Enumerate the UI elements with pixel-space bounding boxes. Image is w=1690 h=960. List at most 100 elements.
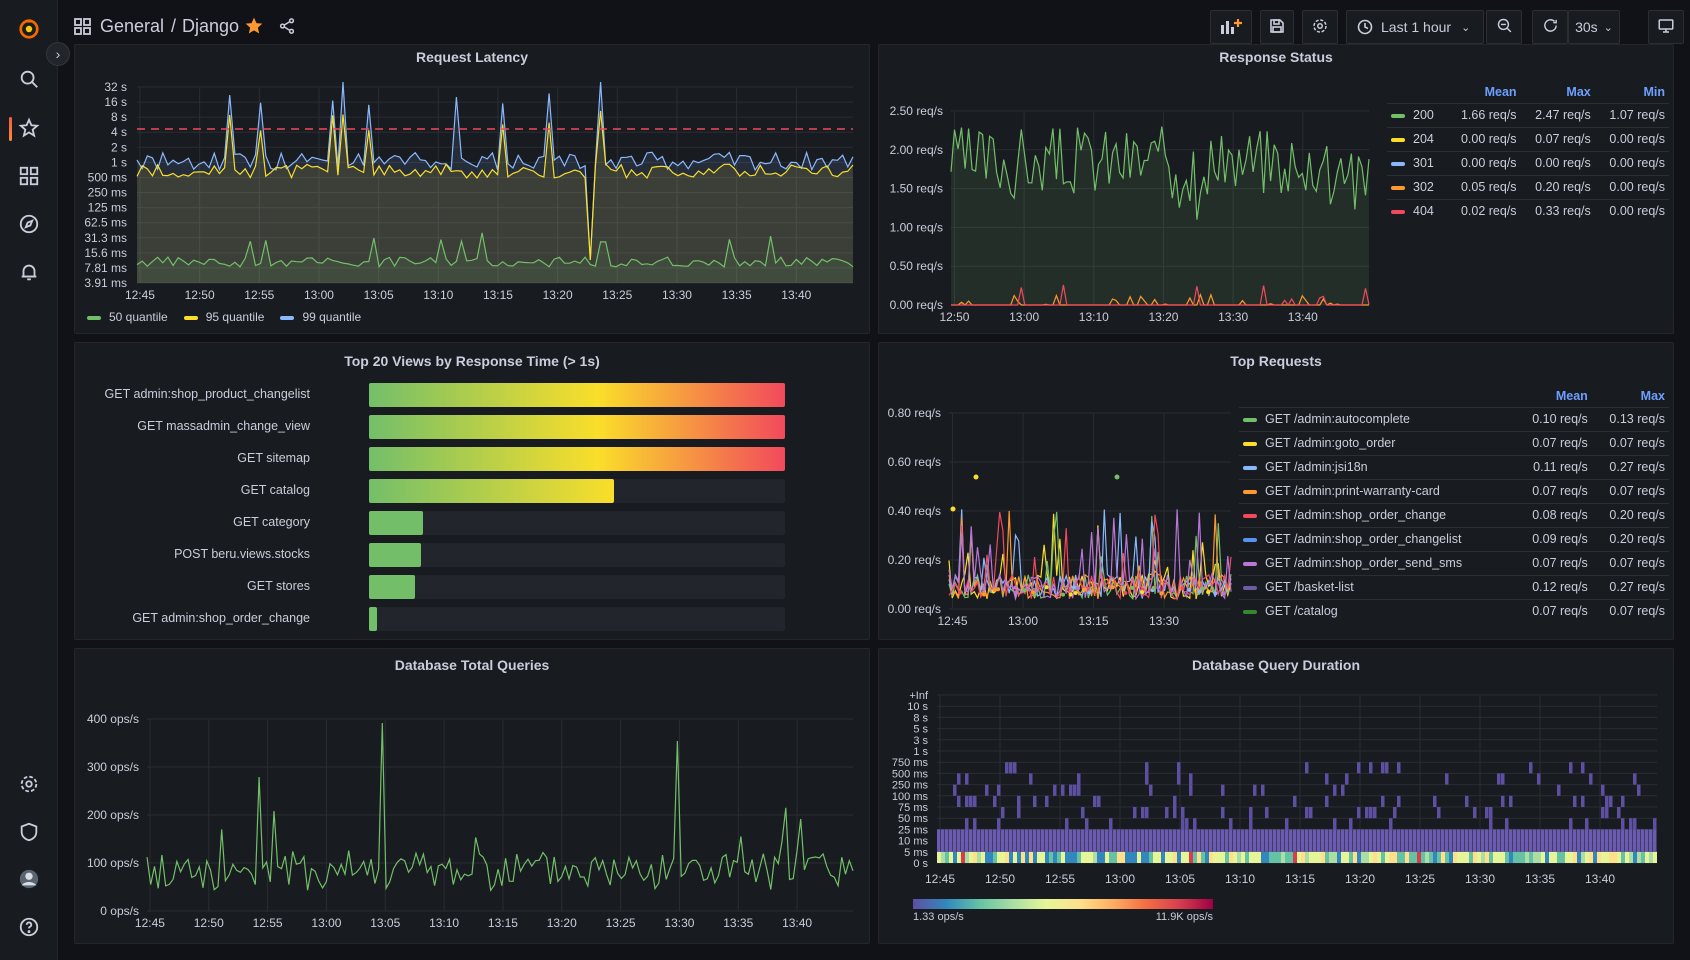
- grafana-logo-icon[interactable]: [16, 16, 42, 42]
- legend-row[interactable]: 302 0.05 req/s 0.20 req/s 0.00 req/s: [1387, 174, 1669, 199]
- y-tick-label: 250 ms: [88, 186, 127, 200]
- heatmap-cell: [1093, 851, 1097, 863]
- bargauge-row[interactable]: GET admin:shop_order_change 2%: [75, 605, 869, 633]
- panel-top-requests[interactable]: Top Requests 0.80 req/s 0.60 req/s 0.40 re…: [878, 342, 1674, 640]
- y-tick-label: 0 ops/s: [100, 904, 139, 918]
- legend-row[interactable]: GET /catalog 0.07 req/s 0.07 req/s: [1239, 598, 1669, 623]
- heatmap-cell: [1113, 851, 1117, 863]
- user-avatar[interactable]: [16, 866, 42, 892]
- legend-row[interactable]: 204 0.00 req/s 0.07 req/s 0.00 req/s: [1387, 126, 1669, 151]
- shield-icon[interactable]: [16, 819, 42, 845]
- legend-row[interactable]: GET /admin:autocomplete 0.10 req/s 0.13 re…: [1239, 406, 1669, 431]
- refresh-interval-picker[interactable]: 30s ⌄: [1568, 10, 1620, 44]
- share-icon[interactable]: [278, 17, 296, 40]
- legend-row[interactable]: GET /admin:print-warranty-card 0.07 req/s…: [1239, 478, 1669, 503]
- heatmap-cell: [1389, 829, 1393, 852]
- heatmap-cell: [1509, 795, 1513, 807]
- panel-request-latency[interactable]: Request Latency 32 s 16 s8 s4 s2 s1 s 500 …: [74, 44, 870, 334]
- heatmap-cell: [1149, 784, 1153, 796]
- heatmap-cell: [1201, 851, 1205, 863]
- heatmap-cell: [1509, 829, 1513, 852]
- bargauge-row[interactable]: GET stores 11%: [75, 573, 869, 601]
- heatmap-cell: [965, 829, 969, 852]
- y-tick-label: 7.81 ms: [84, 261, 127, 275]
- alerting-bell-icon[interactable]: [16, 259, 42, 285]
- save-dashboard-button[interactable]: [1260, 10, 1294, 44]
- bargauge-row[interactable]: GET category 13%: [75, 509, 869, 537]
- heatmap-cell: [1269, 829, 1273, 852]
- legend-row[interactable]: GET /admin:shop_order_changelist 0.09 req…: [1239, 526, 1669, 551]
- x-tick-label: 13:10: [1225, 872, 1255, 886]
- heatmap-cell: [1377, 829, 1381, 852]
- legend-row[interactable]: 200 1.66 req/s 2.47 req/s 1.07 req/s: [1387, 102, 1669, 127]
- data-point: [1221, 591, 1226, 596]
- bargauge-row[interactable]: GET catalog 59%: [75, 477, 869, 505]
- legend-row[interactable]: GET /admin:shop_order_send_sms 0.07 req/s…: [1239, 550, 1669, 575]
- heatmap-cell: [1249, 829, 1253, 852]
- heatmap-cell: [1013, 762, 1017, 774]
- heatmap-cell: [1321, 851, 1325, 863]
- heatmap-cell: [1109, 829, 1113, 852]
- heatmap-cell: [1541, 829, 1545, 852]
- legend-item[interactable]: 99 quantile: [280, 310, 361, 324]
- heatmap-cell: [1017, 795, 1021, 807]
- legend-item[interactable]: 50 quantile: [87, 310, 168, 324]
- sidebar-expand-button[interactable]: ›: [46, 42, 70, 66]
- heatmap-cell: [997, 818, 1001, 830]
- dashboards-icon[interactable]: [16, 163, 42, 189]
- heatmap-cell: [1605, 851, 1609, 863]
- panel-response-status[interactable]: Response Status 2.50 req/s 2.00 req/s 1.50…: [878, 44, 1674, 334]
- settings-gear-icon[interactable]: [16, 771, 42, 797]
- heatmap-cell: [1437, 807, 1441, 819]
- legend-series-name: 204: [1387, 126, 1447, 151]
- bargauge-row[interactable]: GET admin:shop_product_changelist 100%: [75, 381, 869, 409]
- help-icon[interactable]: [16, 914, 42, 940]
- legend-row[interactable]: 301 0.00 req/s 0.00 req/s 0.00 req/s: [1387, 150, 1669, 175]
- bargauge-row[interactable]: GET sitemap 100%: [75, 445, 869, 473]
- add-panel-button[interactable]: [1210, 10, 1252, 44]
- breadcrumb-folder[interactable]: General: [100, 16, 164, 37]
- data-point: [1013, 590, 1018, 595]
- breadcrumb-dashboard[interactable]: Django: [182, 16, 239, 37]
- heatmap-cell: [1397, 829, 1401, 852]
- time-range-label: Last 1 hour: [1381, 19, 1452, 35]
- legend-row[interactable]: GET /admin:shop_order_change 0.08 req/s 0.…: [1239, 502, 1669, 527]
- heatmap-cell: [1461, 851, 1465, 863]
- tv-mode-button[interactable]: [1648, 10, 1684, 44]
- heatmap-cell: [1433, 795, 1437, 807]
- starred-icon[interactable]: [16, 115, 42, 141]
- series-95-quantile-area: [137, 110, 853, 284]
- legend-max: 0.20 req/s: [1591, 502, 1669, 527]
- legend-row[interactable]: GET /admin:jsi18n 0.11 req/s 0.27 req/s: [1239, 454, 1669, 479]
- heatmap-cell: [1389, 818, 1393, 830]
- heatmap-cell: [1073, 829, 1077, 852]
- heatmap-cell: [1261, 851, 1265, 863]
- x-tick-label: 13:15: [483, 288, 513, 302]
- bargauge-row[interactable]: POST beru.views.stocks 13%: [75, 541, 869, 569]
- legend-row[interactable]: GET /admin:goto_order 0.07 req/s 0.07 req/…: [1239, 430, 1669, 455]
- gear-icon: [1311, 17, 1329, 38]
- heatmap-cell: [1553, 829, 1557, 852]
- heatmap-cell: [1545, 851, 1549, 863]
- dashboard-settings-button[interactable]: [1302, 10, 1338, 44]
- heatmap-cell: [1009, 762, 1013, 774]
- panel-db-total-queries[interactable]: Database Total Queries 400 ops/s 300 ops/…: [74, 648, 870, 944]
- explore-icon[interactable]: [16, 211, 42, 237]
- search-icon[interactable]: [16, 66, 42, 92]
- zoom-out-button[interactable]: [1486, 10, 1522, 44]
- panel-top-views[interactable]: Top 20 Views by Response Time (> 1s) GET…: [74, 342, 870, 640]
- heatmap-cell: [1577, 851, 1581, 863]
- legend-item[interactable]: 95 quantile: [183, 310, 264, 324]
- legend-row[interactable]: 404 0.02 req/s 0.33 req/s 0.00 req/s: [1387, 198, 1669, 223]
- time-range-picker[interactable]: Last 1 hour ⌄: [1346, 10, 1484, 44]
- heatmap-cell: [1293, 795, 1297, 807]
- legend-row[interactable]: GET /basket-list 0.12 req/s 0.27 req/s: [1239, 574, 1669, 599]
- heatmap-cell: [1341, 851, 1345, 863]
- star-favorite-icon[interactable]: [244, 16, 264, 41]
- heatmap-cell: [1561, 829, 1565, 852]
- heatmap-cell: [1421, 851, 1425, 863]
- bargauge-row[interactable]: GET massadmin_change_view 100%: [75, 413, 869, 441]
- heatmap-cell: [1521, 851, 1525, 863]
- refresh-button[interactable]: [1532, 10, 1568, 44]
- panel-db-query-duration[interactable]: Database Query Duration +Inf 10 s8 s5 s3 …: [878, 648, 1674, 944]
